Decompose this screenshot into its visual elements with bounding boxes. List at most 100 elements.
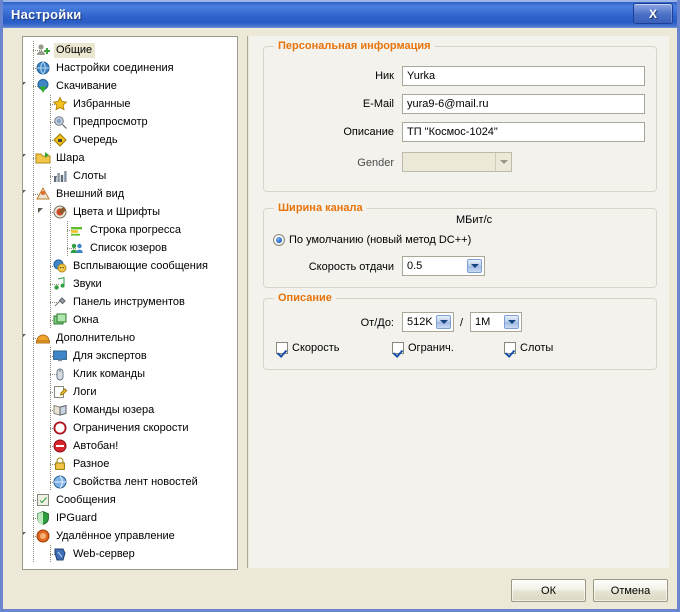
tree-item-21[interactable]: Ограничения скорости (23, 419, 237, 437)
tree-item-label: Скачивание (56, 79, 117, 92)
tree-item-17[interactable]: Для экспертов (23, 347, 237, 365)
tree-guide-line (33, 131, 34, 149)
range-from-select[interactable]: 512K (402, 312, 454, 332)
tree-item-16[interactable]: Дополнительно (23, 329, 237, 347)
tree-item-label: Панель инструментов (73, 295, 185, 308)
tree-item-26[interactable]: IPGuard (23, 509, 237, 527)
nick-input[interactable]: Yurka (402, 66, 645, 86)
email-input[interactable]: yura9-6@mail.ru (402, 94, 645, 114)
tree-guide-line (33, 167, 34, 185)
radio-indicator (273, 234, 285, 246)
description-input[interactable]: ТП "Космос-1024" (402, 122, 645, 142)
tree-guide-line (33, 239, 34, 257)
tree-item-12[interactable]: Всплывающие сообщения (23, 257, 237, 275)
userlist-icon (69, 240, 85, 256)
tree-item-label: Всплывающие сообщения (73, 259, 208, 272)
popup-icon (52, 258, 68, 274)
tree-item-label: Цвета и Шрифты (73, 205, 160, 218)
bandwidth-unit-label: МБит/с (456, 214, 493, 226)
chevron-down-icon (467, 259, 482, 273)
tree-item-23[interactable]: Разное (23, 455, 237, 473)
tree-expander-icon[interactable] (23, 334, 30, 343)
ok-button[interactable]: ОК (511, 579, 586, 602)
tree-item-label: Строка прогресса (90, 223, 182, 236)
checkbox-speed[interactable]: Скорость (276, 342, 340, 354)
tree-item-6[interactable]: Шара (23, 149, 237, 167)
checkbox-indicator (504, 342, 516, 354)
tree-item-22[interactable]: Автобан! (23, 437, 237, 455)
tree-item-18[interactable]: Клик команды (23, 365, 237, 383)
tree-item-25[interactable]: Сообщения (23, 491, 237, 509)
tree-guide-line (33, 275, 34, 293)
tree-item-1[interactable]: Настройки соединения (23, 59, 237, 77)
title-bar: Настройки X (3, 0, 677, 29)
tree-item-20[interactable]: Команды юзера (23, 401, 237, 419)
panel-divider (247, 36, 248, 568)
tree-item-9[interactable]: Цвета и Шрифты (23, 203, 237, 221)
checkbox-limit-label: Огранич. (408, 342, 454, 354)
tree-item-4[interactable]: Предпросмотр (23, 113, 237, 131)
tree-item-label: Сообщения (56, 493, 116, 506)
tree-item-7[interactable]: Слоты (23, 167, 237, 185)
tree-item-label: Шара (56, 151, 85, 164)
gender-label: Gender (357, 157, 394, 169)
tree-item-13[interactable]: Звуки (23, 275, 237, 293)
helmet-icon (35, 330, 51, 346)
checkbox-slots[interactable]: Слоты (504, 342, 553, 354)
queue-icon (52, 132, 68, 148)
tree-expander-icon[interactable] (38, 208, 47, 217)
range-from-select-value: 512K (407, 316, 433, 328)
tree-expander-icon[interactable] (23, 190, 30, 199)
checkbox-limit[interactable]: Огранич. (392, 342, 454, 354)
tree-item-label: Дополнительно (56, 331, 136, 344)
tree-guide-line (33, 221, 34, 239)
tree-expander-icon[interactable] (23, 532, 30, 541)
tree-item-28[interactable]: Web-сервер (23, 545, 237, 563)
checkbox-slots-label: Слоты (520, 342, 554, 354)
download-globe-icon (35, 78, 51, 94)
tree-item-11[interactable]: Список юзеров (23, 239, 237, 257)
preview-icon (52, 114, 68, 130)
star-icon (52, 96, 68, 112)
mouse-icon (52, 366, 68, 382)
default-method-radio[interactable]: По умолчанию (новый метод DC++) (273, 234, 471, 246)
settings-content-panel: Персональная информация Ник Yurka E-Mail… (249, 36, 669, 568)
tree-item-27[interactable]: Удалённое управление (23, 527, 237, 545)
tree-item-2[interactable]: Скачивание (23, 77, 237, 95)
cancel-button-label: Отмена (610, 584, 651, 597)
appearance-icon (35, 186, 51, 202)
tree-item-label: Клик команды (73, 367, 145, 380)
tree-item-5[interactable]: Очередь (23, 131, 237, 149)
tree-guide-line (33, 257, 34, 275)
tree-expander-icon[interactable] (23, 82, 30, 91)
settings-window: Настройки X Общие Настройки соединения Ска… (0, 0, 680, 612)
range-to-select[interactable]: 1M (470, 312, 522, 332)
tree-expander-icon[interactable] (23, 154, 30, 163)
checkbox-indicator (392, 342, 404, 354)
tree-item-15[interactable]: Окна (23, 311, 237, 329)
bandwidth-legend: Ширина канала (274, 202, 367, 214)
tree-item-24[interactable]: Свойства лент новостей (23, 473, 237, 491)
settings-tree[interactable]: Общие Настройки соединения Скачивание Избра… (22, 36, 238, 570)
cancel-button[interactable]: Отмена (593, 579, 668, 602)
tree-item-3[interactable]: Избранные (23, 95, 237, 113)
tree-guide-line (33, 545, 34, 563)
close-icon[interactable]: X (633, 3, 673, 24)
tree-item-0[interactable]: Общие (23, 41, 237, 59)
upload-speed-select[interactable]: 0.5 (402, 256, 485, 276)
tree-guide-line (33, 347, 34, 365)
tree-item-10[interactable]: Строка прогресса (23, 221, 237, 239)
tree-item-8[interactable]: Внешний вид (23, 185, 237, 203)
personal-info-group: Персональная информация Ник Yurka E-Mail… (263, 40, 657, 192)
tree-item-14[interactable]: Панель инструментов (23, 293, 237, 311)
tree-item-label: Избранные (73, 97, 131, 110)
tree-item-19[interactable]: Логи (23, 383, 237, 401)
